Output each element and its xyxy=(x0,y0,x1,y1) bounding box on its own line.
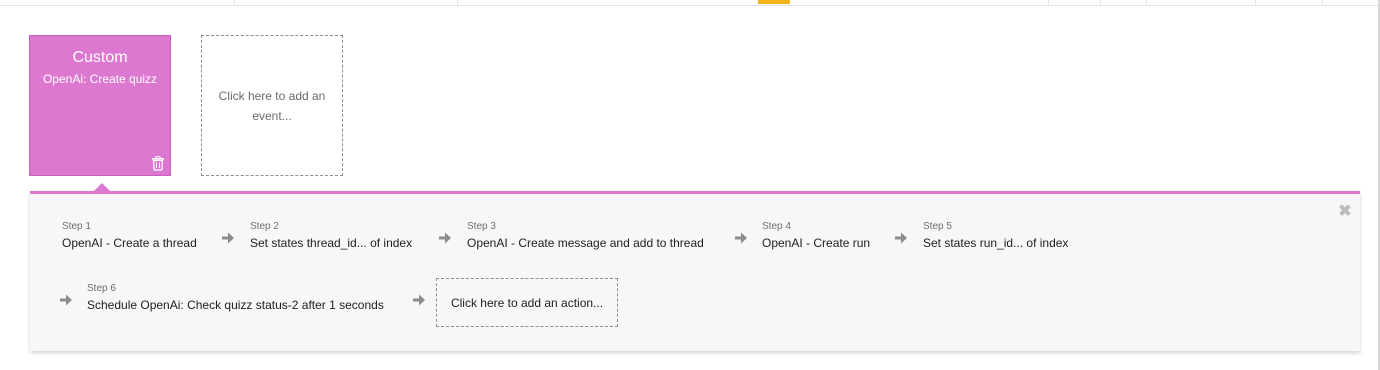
step-number: Step 2 xyxy=(250,221,279,232)
ruler-tick xyxy=(1255,0,1256,5)
arrow-right-icon xyxy=(735,232,747,244)
step-title: OpenAI - Create a thread xyxy=(62,236,197,250)
step-number: Step 6 xyxy=(87,283,116,294)
event-name-label: OpenAi: Create quizz xyxy=(42,72,158,86)
step-number: Step 3 xyxy=(467,221,496,232)
event-type-label: Custom xyxy=(72,49,128,66)
add-event-button[interactable]: Click here to add an event... xyxy=(201,35,343,176)
step-title: OpenAI - Create message and add to threa… xyxy=(467,236,704,250)
event-card-custom[interactable]: Custom OpenAi: Create quizz xyxy=(29,35,171,176)
close-icon[interactable]: ✖ xyxy=(1338,204,1352,220)
arrow-right-icon xyxy=(895,232,907,244)
workflow-step-2[interactable]: Step 2 Set states thread_id... of index xyxy=(250,221,412,251)
arrow-right-icon xyxy=(222,232,234,244)
ruler-tick xyxy=(1146,0,1147,5)
top-ruler xyxy=(0,0,1380,6)
workflow-step-6[interactable]: Step 6 Schedule OpenAi: Check quizz stat… xyxy=(87,283,384,313)
step-number: Step 1 xyxy=(62,221,91,232)
add-event-label: Click here to add an event... xyxy=(218,88,326,123)
step-title: Set states thread_id... of index xyxy=(250,236,413,250)
workflow-step-4[interactable]: Step 4 OpenAI - Create run xyxy=(762,221,870,251)
arrow-right-icon xyxy=(60,294,72,306)
workflow-step-5[interactable]: Step 5 Set states run_id... of index xyxy=(923,221,1068,251)
step-title: Schedule OpenAi: Check quizz status-2 af… xyxy=(87,298,384,312)
step-number: Step 4 xyxy=(762,221,791,232)
ruler-tick xyxy=(1100,0,1101,5)
workflow-panel xyxy=(30,191,1360,351)
ruler-tick xyxy=(457,0,458,5)
step-title: OpenAI - Create run xyxy=(762,236,871,250)
workflow-step-1[interactable]: Step 1 OpenAI - Create a thread xyxy=(62,221,197,251)
add-action-label: Click here to add an action... xyxy=(450,295,604,310)
arrow-right-icon xyxy=(413,294,425,306)
workflow-step-3[interactable]: Step 3 OpenAI - Create message and add t… xyxy=(467,221,704,251)
step-number: Step 5 xyxy=(923,221,952,232)
current-position-marker xyxy=(758,0,790,4)
step-title: Set states run_id... of index xyxy=(923,236,1069,250)
ruler-tick xyxy=(1322,0,1323,5)
ruler-tick xyxy=(234,0,235,5)
arrow-right-icon xyxy=(439,232,451,244)
trash-icon[interactable] xyxy=(151,156,165,171)
add-action-button[interactable]: Click here to add an action... xyxy=(436,278,618,327)
ruler-tick xyxy=(1048,0,1049,5)
